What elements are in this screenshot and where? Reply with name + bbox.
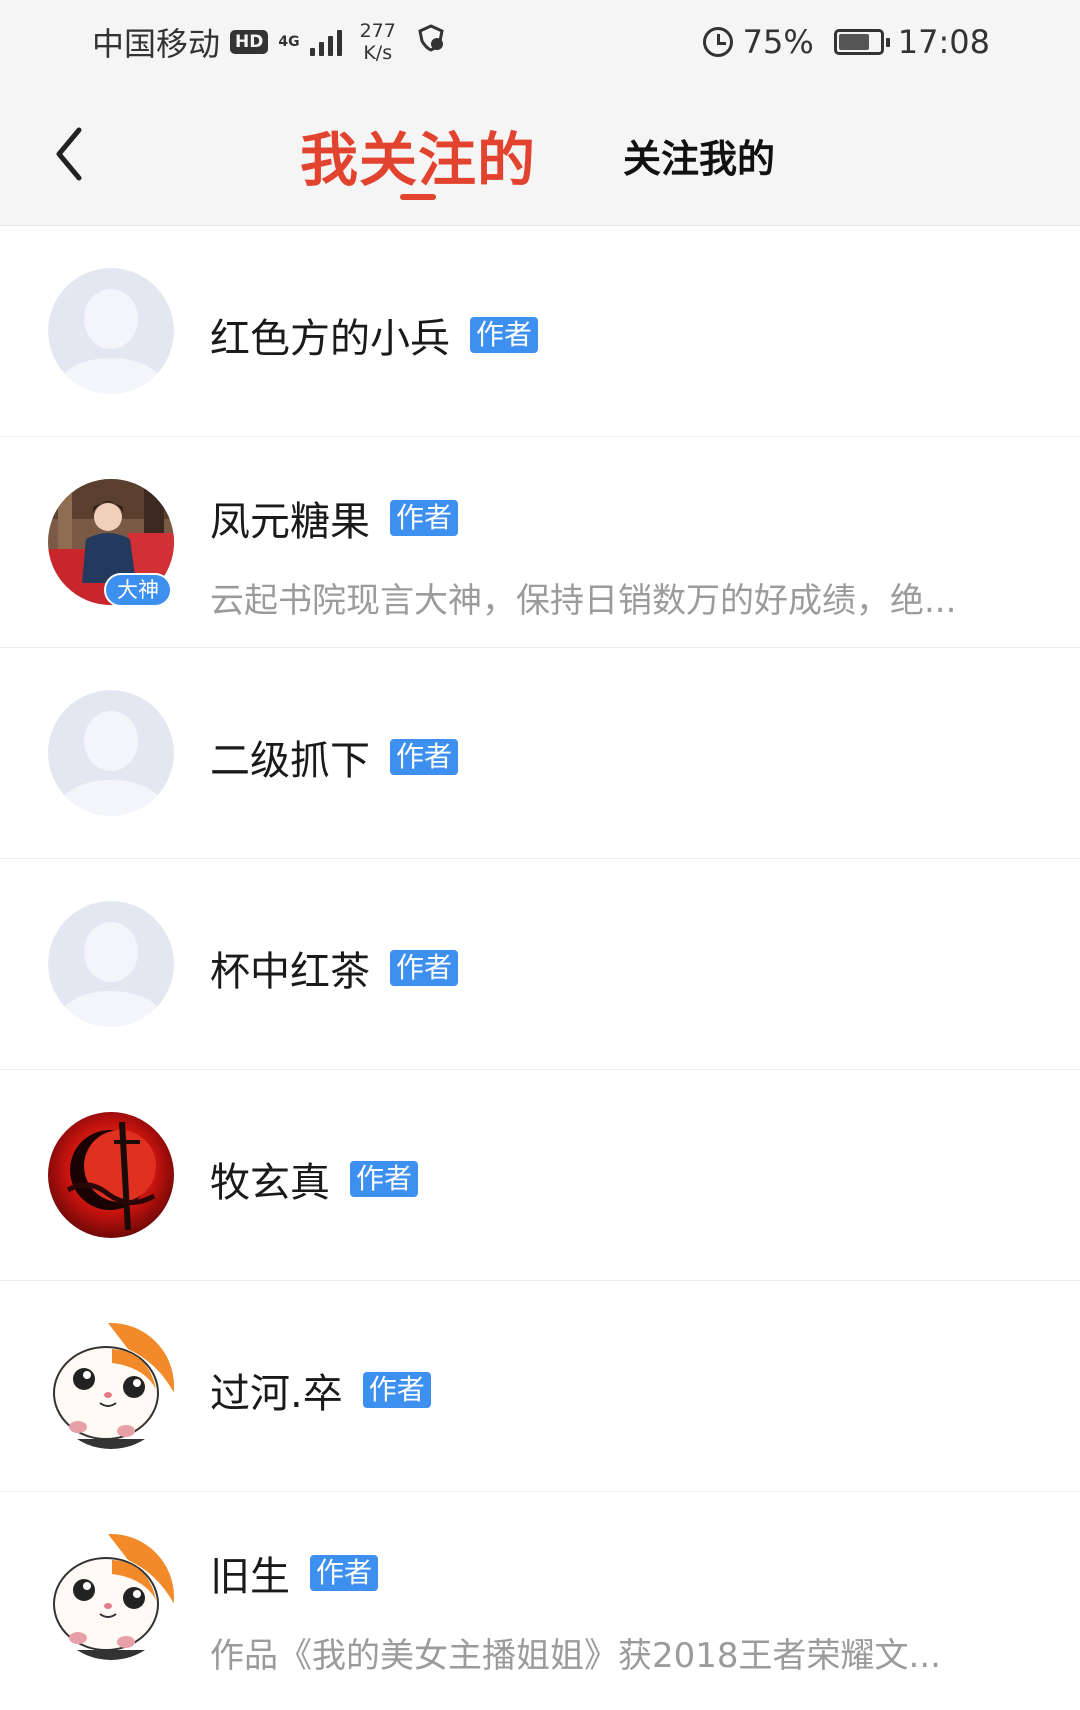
user-name: 过河.卒 [210, 1371, 343, 1417]
status-bar-right: 75% 17:08 [702, 23, 990, 61]
tab-following[interactable]: 我关注的 [292, 84, 544, 226]
default-avatar-icon[interactable] [48, 690, 174, 816]
user-info: 凤元糖果 作者 云起书院现言大神，保持日销数万的好成绩，绝... [210, 489, 990, 622]
default-avatar-icon[interactable] [48, 268, 174, 394]
name-line: 红色方的小兵 作者 [210, 306, 990, 364]
carrier-name: 中国移动 [92, 25, 221, 63]
hamster-avatar[interactable] [48, 1323, 174, 1449]
list-item[interactable]: 杯中红茶 作者 [0, 859, 1080, 1070]
app-root: 中国移动 HD 4G 277 K/s 75% 17:08 我关注的 关注我的 红… [0, 0, 1080, 1710]
tab-followers[interactable]: 关注我的 [614, 84, 784, 226]
signal-strength-icon [309, 28, 342, 56]
network-speed-value: 277 [359, 20, 396, 42]
name-line: 二级抓下 作者 [210, 728, 990, 786]
author-badge: 作者 [390, 500, 459, 536]
network-speed-unit: K/s [363, 42, 393, 64]
user-info: 红色方的小兵 作者 [210, 306, 990, 364]
network-speed: 277 K/s [360, 20, 396, 64]
status-bar: 中国移动 HD 4G 277 K/s 75% 17:08 [0, 0, 1080, 84]
back-button[interactable] [38, 114, 98, 194]
list-item[interactable]: 过河.卒 作者 [0, 1281, 1080, 1492]
alarm-clock-icon [702, 27, 733, 57]
tab-followers-label: 关注我的 [622, 136, 775, 181]
network-type-icon: 4G [278, 35, 299, 49]
avatar-rank-badge: 大神 [104, 573, 172, 607]
name-line: 凤元糖果 作者 [210, 489, 990, 547]
battery-percent: 75% [742, 23, 814, 61]
network-type-label: 4G [278, 34, 300, 50]
list-item[interactable]: 二级抓下 作者 [0, 648, 1080, 859]
name-line: 旧生 作者 [210, 1544, 990, 1602]
author-badge: 作者 [470, 317, 539, 353]
user-info: 二级抓下 作者 [210, 728, 990, 786]
user-name: 杯中红茶 [210, 949, 370, 995]
following-list: 红色方的小兵 作者 大神 凤元糖果 作者 云起书院现言大神，保持日销数万的好成绩… [0, 226, 1080, 1710]
user-name: 牧玄真 [210, 1160, 330, 1206]
list-item[interactable]: 旧生 作者 作品《我的美女主播姐姐》获2018王者荣耀文... [0, 1492, 1080, 1710]
user-info: 过河.卒 作者 [210, 1361, 990, 1419]
battery-level-fill [838, 34, 869, 50]
clock-time: 17:08 [897, 23, 990, 61]
author-badge: 作者 [350, 1161, 419, 1197]
user-description: 云起书院现言大神，保持日销数万的好成绩，绝... [210, 581, 957, 621]
red-moon-avatar[interactable] [48, 1112, 174, 1238]
top-nav-header: 我关注的 关注我的 [0, 84, 1080, 226]
name-line: 过河.卒 作者 [210, 1361, 990, 1419]
tab-following-label: 我关注的 [299, 126, 536, 194]
user-info: 杯中红茶 作者 [210, 939, 990, 997]
battery-icon [833, 29, 890, 55]
author-badge: 作者 [390, 739, 459, 775]
default-avatar-icon[interactable] [48, 901, 174, 1027]
user-name: 旧生 [210, 1554, 290, 1600]
status-bar-left: 中国移动 HD 4G 277 K/s [92, 19, 446, 65]
active-tab-indicator [400, 194, 436, 200]
list-item[interactable]: 牧玄真 作者 [0, 1070, 1080, 1281]
name-line: 杯中红茶 作者 [210, 939, 990, 997]
author-badge: 作者 [362, 1372, 431, 1408]
user-description: 作品《我的美女主播姐姐》获2018王者荣耀文... [210, 1636, 941, 1676]
hamster-avatar[interactable] [48, 1534, 174, 1660]
author-badge: 作者 [310, 1555, 379, 1591]
hd-icon: HD [230, 30, 269, 54]
user-name: 凤元糖果 [210, 499, 370, 545]
shield-check-icon [416, 23, 446, 61]
user-name: 红色方的小兵 [210, 316, 450, 362]
user-info: 牧玄真 作者 [210, 1150, 990, 1208]
user-name: 二级抓下 [210, 738, 370, 784]
list-item[interactable]: 红色方的小兵 作者 [0, 226, 1080, 437]
author-badge: 作者 [390, 950, 459, 986]
user-info: 旧生 作者 作品《我的美女主播姐姐》获2018王者荣耀文... [210, 1544, 990, 1677]
name-line: 牧玄真 作者 [210, 1150, 990, 1208]
chevron-left-icon [56, 127, 82, 181]
list-item[interactable]: 大神 凤元糖果 作者 云起书院现言大神，保持日销数万的好成绩，绝... [0, 437, 1080, 648]
